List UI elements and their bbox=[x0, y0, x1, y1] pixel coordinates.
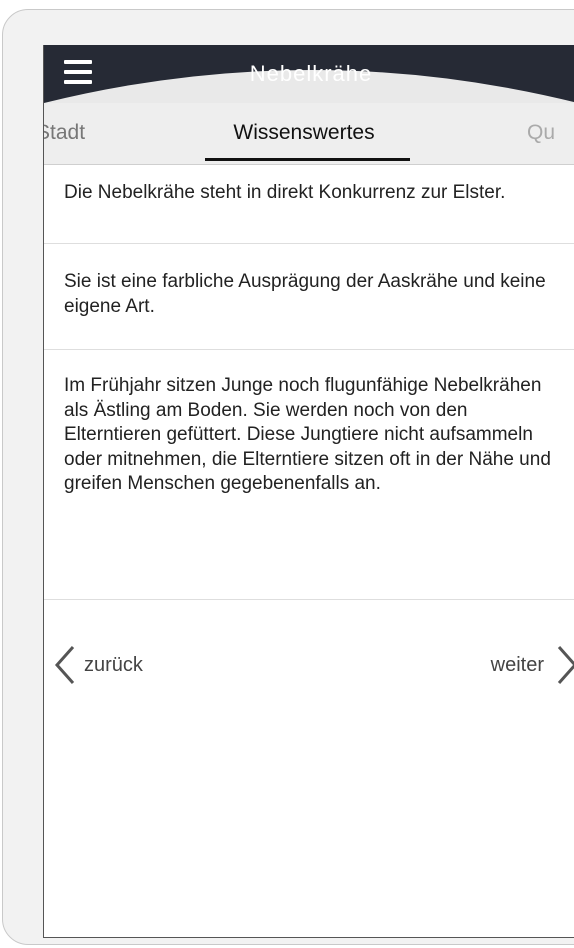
back-label: zurück bbox=[84, 653, 143, 676]
tab-next-partial[interactable]: Qu bbox=[527, 121, 555, 145]
chevron-left-icon bbox=[54, 646, 75, 684]
next-button[interactable]: weiter bbox=[491, 645, 574, 685]
facts-list: Die Nebelkrähe steht in direkt Konkurren… bbox=[44, 165, 574, 600]
app-screen: Nebelkrähe Stadt Wissenswertes Qu Die Ne… bbox=[43, 45, 574, 938]
fact-item: Im Frühjahr sitzen Junge noch flugunfähi… bbox=[44, 350, 574, 600]
app-header: Nebelkrähe bbox=[44, 45, 574, 103]
active-tab-indicator bbox=[205, 158, 410, 161]
app-title: Nebelkrähe bbox=[249, 61, 373, 86]
chevron-right-icon bbox=[557, 646, 574, 684]
fact-item: Die Nebelkrähe steht in direkt Konkurren… bbox=[44, 165, 574, 244]
fact-item: Sie ist eine farbliche Ausprägung der Aa… bbox=[44, 244, 574, 350]
next-label: weiter bbox=[490, 653, 544, 676]
device-frame: Nebelkrähe Stadt Wissenswertes Qu Die Ne… bbox=[2, 9, 574, 945]
back-button[interactable]: zurück bbox=[54, 645, 143, 685]
tab-bar: Stadt Wissenswertes Qu bbox=[44, 103, 574, 165]
tab-wissenswertes[interactable]: Wissenswertes bbox=[44, 121, 564, 145]
pager-navigation: zurück weiter bbox=[44, 645, 574, 695]
